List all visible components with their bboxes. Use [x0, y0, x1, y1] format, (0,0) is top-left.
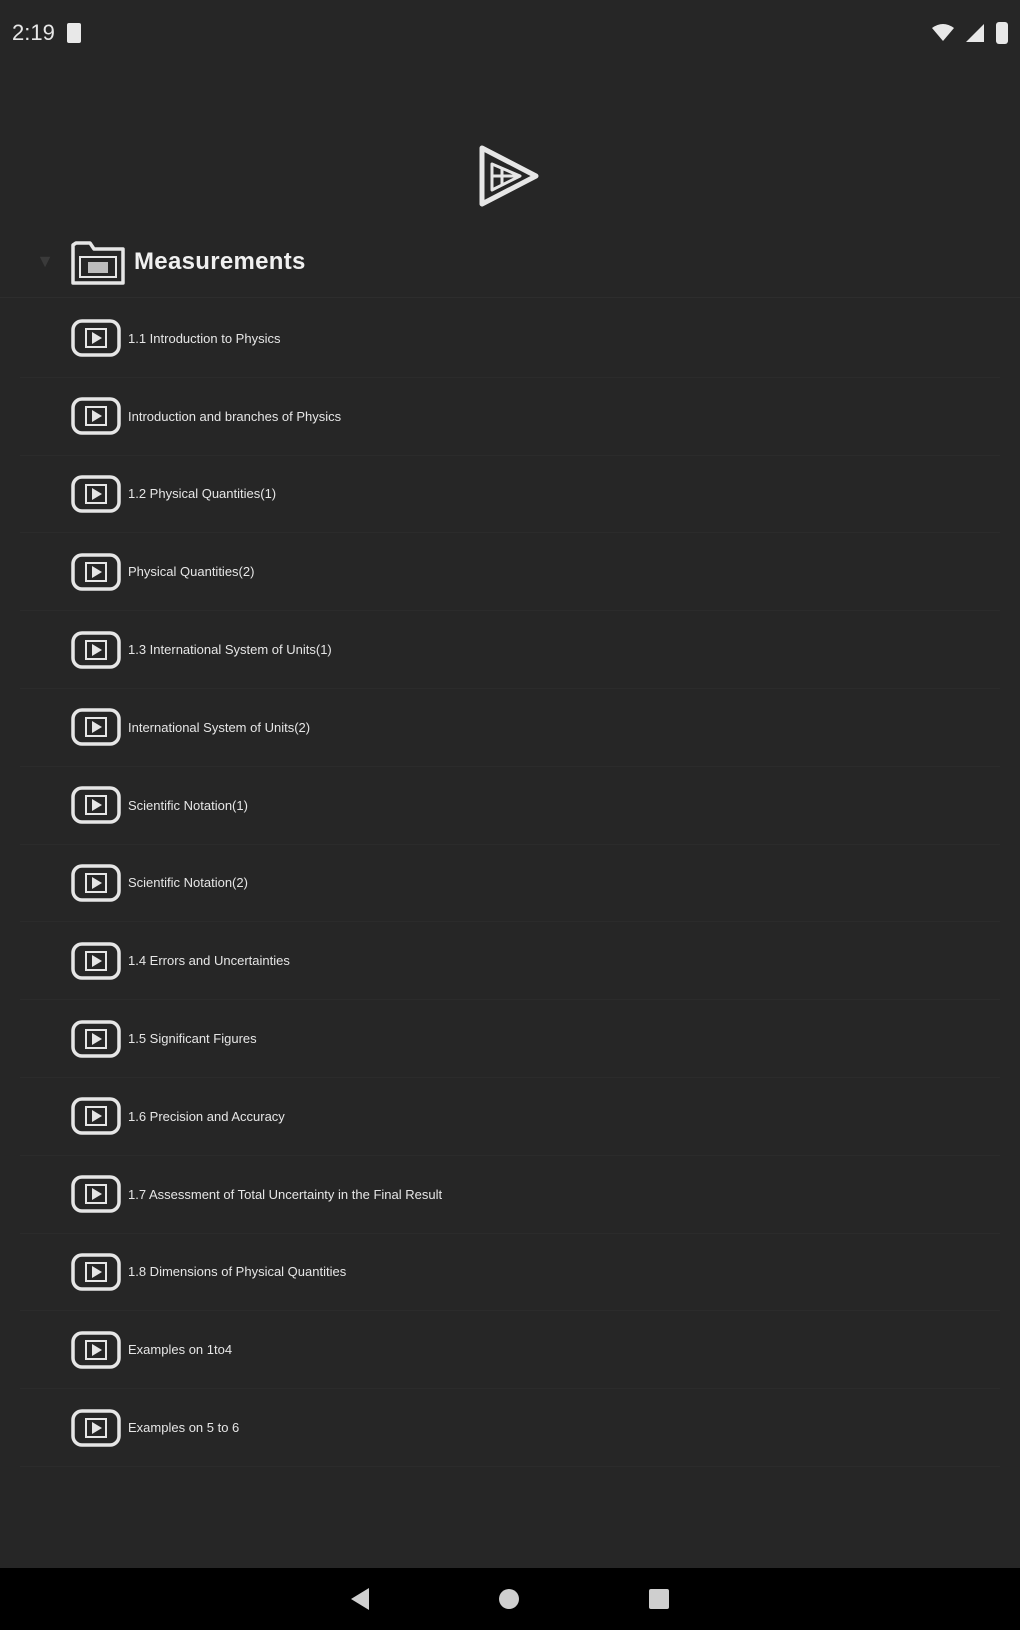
lesson-label: Introduction and branches of Physics: [128, 408, 342, 424]
wifi-icon: [932, 24, 954, 41]
lesson-label: International System of Units(2): [128, 719, 311, 735]
lesson-label: Physical Quantities(2): [128, 564, 255, 580]
status-left: 2:19: [12, 20, 81, 46]
lesson-item[interactable]: 1.7 Assessment of Total Uncertainty in t…: [20, 1156, 1000, 1234]
lesson-label: 1.5 Significant Figures: [128, 1031, 257, 1047]
lesson-item[interactable]: Examples on 5 to 6: [20, 1389, 1000, 1467]
video-play-icon: [71, 1019, 121, 1058]
status-right: [932, 22, 1008, 44]
back-icon[interactable]: [351, 1588, 369, 1610]
lesson-item[interactable]: International System of Units(2): [20, 689, 1000, 767]
lesson-item[interactable]: Scientific Notation(1): [20, 767, 1000, 845]
lesson-label: 1.1 Introduction to Physics: [128, 330, 281, 346]
video-play-icon: [71, 630, 121, 669]
video-play-icon: [71, 708, 121, 747]
chapter-title: Measurements: [134, 247, 306, 275]
lesson-label: Scientific Notation(1): [128, 797, 248, 813]
video-play-icon: [71, 553, 121, 591]
lesson-label: 1.6 Precision and Accuracy: [128, 1108, 285, 1124]
sd-card-icon: [66, 23, 81, 43]
folder-icon: [71, 240, 125, 285]
lesson-item[interactable]: 1.1 Introduction to Physics: [20, 300, 1000, 378]
lesson-label: 1.2 Physical Quantities(1): [128, 486, 277, 502]
lesson-label: Examples on 1to4: [128, 1342, 233, 1358]
video-play-icon: [71, 786, 121, 824]
video-play-icon: [71, 397, 121, 435]
video-play-icon: [71, 1175, 121, 1213]
status-time: 2:19: [12, 20, 55, 45]
chapter-header[interactable]: ▼ Measurements: [0, 226, 1020, 298]
lesson-label: Examples on 5 to 6: [128, 1420, 240, 1436]
signal-icon: [966, 24, 984, 42]
lesson-item[interactable]: 1.8 Dimensions of Physical Quantities: [20, 1234, 1000, 1312]
lesson-item[interactable]: 1.2 Physical Quantities(1): [20, 456, 1000, 534]
video-play-icon: [71, 1097, 121, 1136]
lesson-item[interactable]: 1.3 International System of Units(1): [20, 611, 1000, 689]
video-play-icon: [71, 1408, 121, 1447]
collapse-arrow-icon[interactable]: ▼: [30, 247, 60, 277]
video-play-icon: [71, 1253, 121, 1291]
video-play-icon: [71, 1331, 121, 1369]
lesson-label: 1.4 Errors and Uncertainties: [128, 953, 290, 969]
lesson-label: Scientific Notation(2): [128, 875, 248, 891]
lesson-item[interactable]: 1.6 Precision and Accuracy: [20, 1078, 1000, 1156]
home-icon[interactable]: [499, 1589, 519, 1609]
lesson-item[interactable]: 1.5 Significant Figures: [20, 1000, 1000, 1078]
lesson-item[interactable]: Introduction and branches of Physics: [20, 378, 1000, 456]
video-play-icon: [71, 319, 121, 358]
battery-icon: [996, 22, 1008, 44]
status-bar: 2:19: [0, 0, 1020, 66]
video-play-icon: [71, 864, 121, 902]
lesson-label: 1.8 Dimensions of Physical Quantities: [128, 1264, 347, 1280]
system-nav-bar: [0, 1568, 1020, 1630]
lesson-label: 1.3 International System of Units(1): [128, 642, 332, 658]
lesson-item[interactable]: Physical Quantities(2): [20, 533, 1000, 612]
lesson-item[interactable]: Scientific Notation(2): [20, 845, 1000, 923]
app-logo-icon: [479, 145, 539, 207]
lesson-label: 1.7 Assessment of Total Uncertainty in t…: [128, 1186, 443, 1202]
lesson-item[interactable]: Examples on 1to4: [20, 1311, 1000, 1390]
lesson-item[interactable]: 1.4 Errors and Uncertainties: [20, 922, 1000, 1001]
video-play-icon: [71, 942, 121, 980]
video-play-icon: [71, 475, 121, 513]
recents-icon[interactable]: [649, 1589, 669, 1609]
lesson-list: 1.1 Introduction to Physics Introduction…: [0, 300, 1020, 1467]
